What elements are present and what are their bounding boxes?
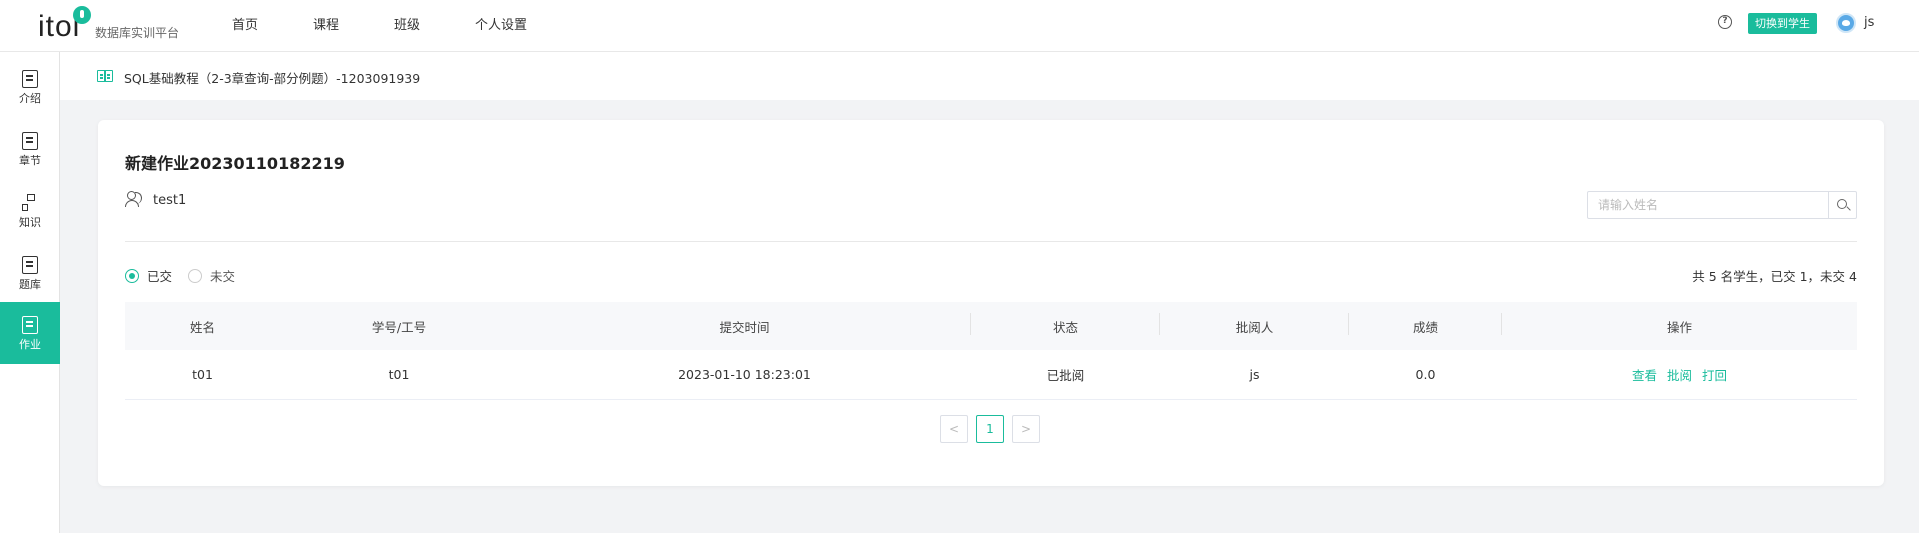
column-header-reviewer: 批阅人: [1160, 312, 1349, 336]
table-row: t01 t01 2023-01-10 18:23:01 已批阅 js 0.0 查…: [125, 350, 1857, 400]
assignment-title: 新建作业20230110182219: [125, 154, 345, 173]
course-title[interactable]: SQL基础教程（2-3章查询-部分例题）-1203091939: [124, 68, 420, 87]
username[interactable]: js: [1864, 15, 1874, 30]
course-sidebar: 介绍 章节 知识 题库 作业: [0, 52, 60, 533]
nav-courses[interactable]: 课程: [313, 0, 339, 52]
cell-name: t01: [192, 367, 213, 382]
avatar[interactable]: [1836, 13, 1856, 33]
column-header-actions: 操作: [1666, 319, 1692, 335]
cell-submit-time: 2023-01-10 18:23:01: [678, 367, 811, 382]
column-header-status: 状态: [971, 312, 1160, 336]
class-name: test1: [153, 193, 187, 208]
radio-label: 已交: [147, 269, 173, 284]
breadcrumb: SQL基础教程（2-3章查询-部分例题）-1203091939: [60, 52, 1919, 100]
top-header: itol 数据库实训平台 首页 课程 班级 个人设置 ? 切换到学生 js: [0, 0, 1919, 52]
sidebar-item-label: 作业: [19, 338, 41, 351]
submission-filter: 已交 未交: [125, 266, 251, 285]
filter-not-submitted-radio[interactable]: 未交: [188, 266, 235, 285]
column-header-name: 姓名: [189, 319, 215, 335]
submission-summary: 共 5 名学生，已交 1，未交 4: [1692, 269, 1857, 284]
search-icon[interactable]: [1828, 192, 1856, 218]
cell-student-id: t01: [388, 367, 410, 382]
sidebar-item-label: 知识: [19, 216, 41, 229]
cell-status: 已批阅: [1046, 368, 1085, 383]
return-link[interactable]: 打回: [1702, 365, 1727, 384]
table-header: 姓名 学号/工号 提交时间 状态 批阅人 成绩 操作: [125, 302, 1857, 350]
main-nav: 首页 课程 班级 个人设置: [232, 0, 582, 52]
platform-name: 数据库实训平台: [95, 26, 180, 40]
sidebar-item-intro[interactable]: 介绍: [0, 56, 60, 118]
pagination: < 1 >: [940, 415, 1040, 443]
cell-reviewer: js: [1249, 367, 1260, 382]
sidebar-item-label: 题库: [19, 278, 41, 291]
cell-score: 0.0: [1415, 367, 1436, 382]
radio-unchecked-icon: [188, 268, 203, 283]
nav-home[interactable]: 首页: [232, 0, 258, 52]
sidebar-item-label: 介绍: [19, 92, 41, 105]
sidebar-item-question-bank[interactable]: 题库: [0, 242, 60, 304]
assignment-card: 新建作业20230110182219 test1 已交 未交 共 5 名学生，已…: [98, 120, 1884, 486]
cell-actions: 查看 批阅 打回: [1502, 365, 1857, 384]
homework-icon: [22, 316, 38, 334]
filter-submitted-radio[interactable]: 已交: [125, 266, 172, 285]
submissions-table: 姓名 学号/工号 提交时间 状态 批阅人 成绩 操作 t01 t01 2023-…: [125, 302, 1857, 400]
sidebar-item-knowledge[interactable]: 知识: [0, 180, 60, 242]
column-header-id: 学号/工号: [371, 319, 427, 335]
divider: [125, 241, 1857, 242]
page-1-button[interactable]: 1: [976, 415, 1004, 443]
nav-personal-settings[interactable]: 个人设置: [475, 0, 527, 52]
help-icon[interactable]: ?: [1718, 15, 1732, 29]
column-header-score: 成绩: [1349, 312, 1502, 336]
radio-checked-icon: [125, 268, 139, 283]
sidebar-item-label: 章节: [19, 154, 41, 167]
class-users-icon: [125, 191, 143, 207]
knowledge-tree-icon: [22, 194, 38, 212]
logo-dot-icon: [73, 6, 91, 24]
chapter-icon: [22, 132, 38, 150]
switch-to-student-button[interactable]: 切换到学生: [1748, 13, 1817, 34]
search-input[interactable]: [1588, 192, 1828, 218]
sidebar-item-homework[interactable]: 作业: [0, 302, 60, 364]
name-search: [1587, 191, 1857, 219]
prev-page-button[interactable]: <: [940, 415, 968, 443]
book-icon: [97, 70, 113, 82]
radio-label: 未交: [210, 269, 236, 284]
review-link[interactable]: 批阅: [1667, 365, 1692, 384]
next-page-button[interactable]: >: [1012, 415, 1040, 443]
nav-classes[interactable]: 班级: [394, 0, 420, 52]
question-bank-icon: [22, 256, 38, 274]
document-icon: [22, 70, 38, 88]
column-header-submit-time: 提交时间: [518, 312, 971, 336]
view-link[interactable]: 查看: [1632, 365, 1657, 384]
sidebar-item-chapters[interactable]: 章节: [0, 118, 60, 180]
